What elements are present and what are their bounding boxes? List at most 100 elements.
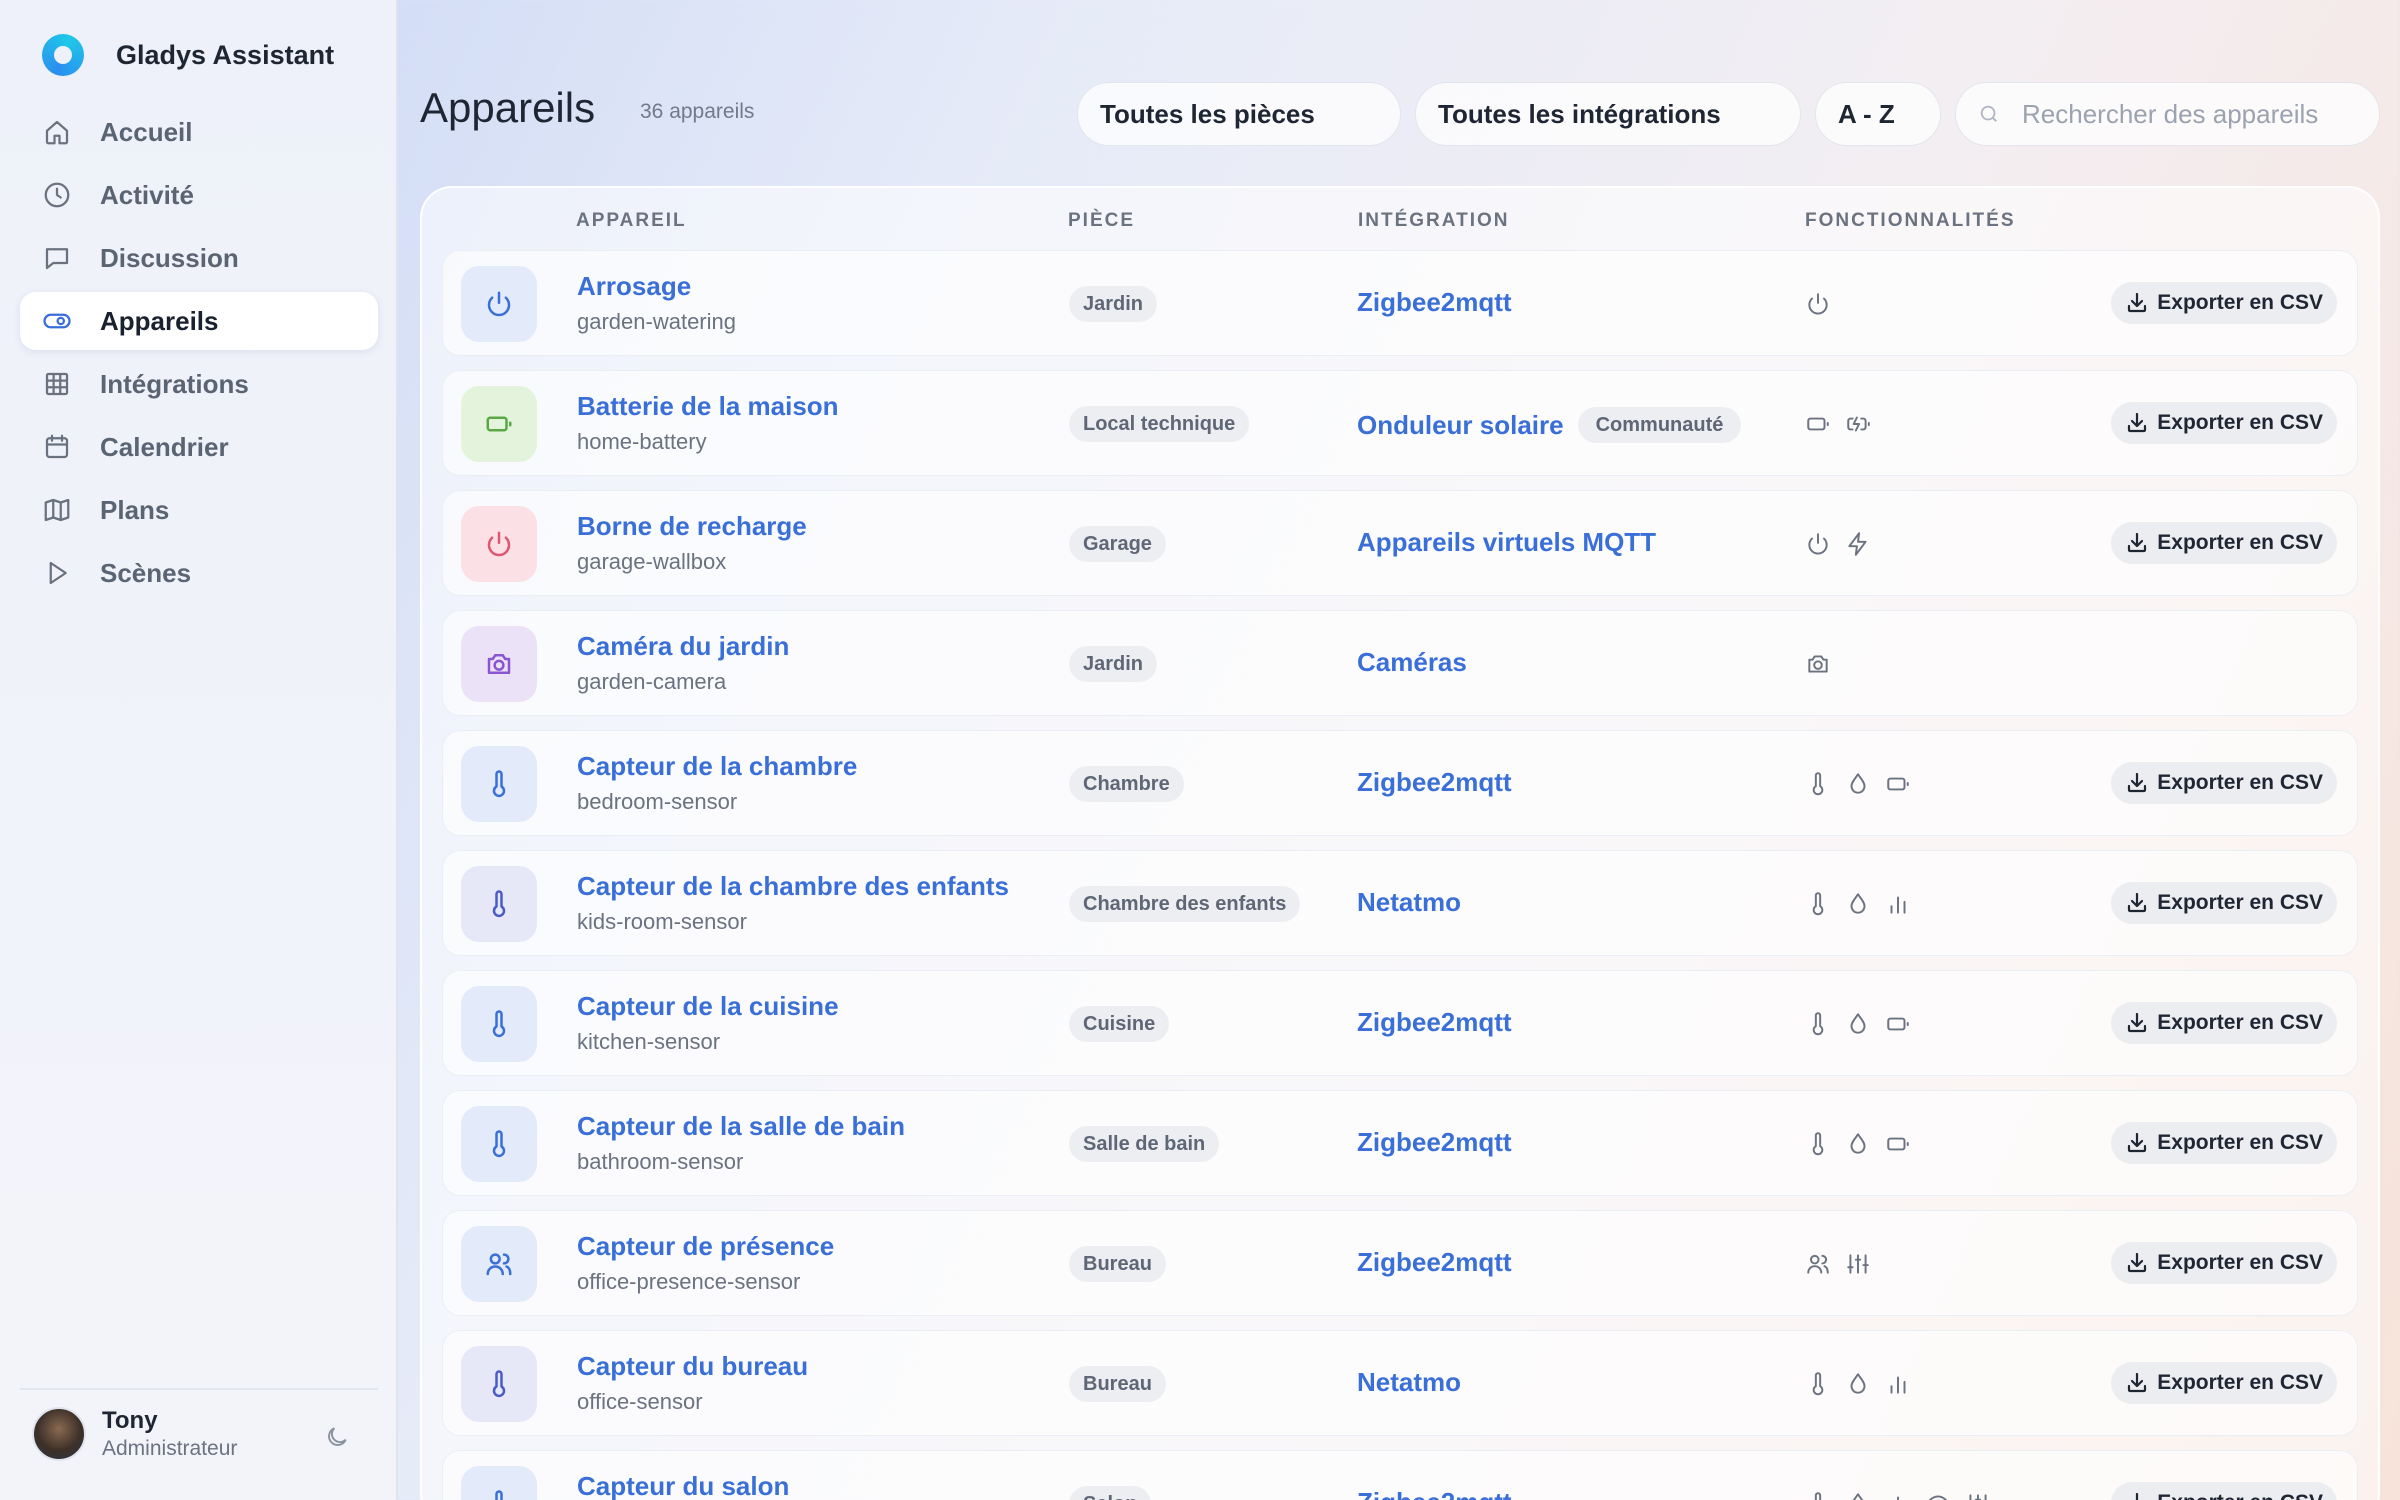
- export-csv-label: Exporter en CSV: [2157, 531, 2323, 554]
- device-slug: garage-wallbox: [577, 549, 727, 574]
- device-icon-tile: [461, 866, 537, 942]
- integration-link[interactable]: Zigbee2mqtt: [1357, 767, 1512, 798]
- integration-link[interactable]: Zigbee2mqtt: [1357, 1247, 1512, 1278]
- community-badge: Communauté: [1577, 407, 1742, 443]
- export-csv-button[interactable]: Exporter en CSV: [2111, 1002, 2337, 1044]
- integration-link[interactable]: Netatmo: [1357, 887, 1461, 918]
- table-row[interactable]: Batterie de la maison home-battery Local t…: [442, 370, 2358, 476]
- table-row[interactable]: Capteur de la chambre des enfants kids-ro…: [442, 850, 2358, 956]
- room-badge: Jardin: [1069, 646, 1158, 682]
- moon-icon[interactable]: [324, 1424, 350, 1450]
- sidebar-item-label: Plans: [100, 494, 170, 525]
- battery-icon: [1807, 417, 1829, 431]
- device-name-link[interactable]: Capteur de la salle de bain: [577, 1111, 905, 1142]
- device-name-link[interactable]: Capteur de présence: [577, 1231, 834, 1262]
- export-csv-button[interactable]: Exporter en CSV: [2111, 1482, 2337, 1500]
- sidebar-item-discussion[interactable]: Discussion: [20, 229, 378, 287]
- sort-select[interactable]: A - Z: [1815, 82, 1941, 146]
- sidebar-item-calendrier[interactable]: Calendrier: [20, 418, 378, 476]
- sliders-icon: [1847, 1254, 1869, 1274]
- sidebar-item-integrations[interactable]: Intégrations: [20, 355, 378, 413]
- search-icon: [1980, 105, 1997, 122]
- integration-link[interactable]: Onduleur solaire Communauté: [1357, 407, 1742, 443]
- device-name-link[interactable]: Capteur de la cuisine: [577, 991, 839, 1022]
- brand[interactable]: Gladys Assistant: [42, 34, 334, 76]
- device-name-link[interactable]: Capteur de la chambre des enfants: [577, 871, 1009, 902]
- integration-name: Zigbee2mqtt: [1357, 287, 1512, 317]
- device-name-link[interactable]: Caméra du jardin: [577, 631, 789, 662]
- export-csv-label: Exporter en CSV: [2157, 1011, 2323, 1034]
- download-icon: [2128, 292, 2147, 313]
- device-slug: office-presence-sensor: [577, 1269, 801, 1294]
- integration-link[interactable]: Caméras: [1357, 647, 1467, 678]
- export-csv-button[interactable]: Exporter en CSV: [2111, 882, 2337, 924]
- export-csv-label: Exporter en CSV: [2157, 891, 2323, 914]
- device-name-link[interactable]: Capteur du salon: [577, 1471, 789, 1500]
- export-csv-button[interactable]: Exporter en CSV: [2111, 402, 2337, 444]
- integration-name: Zigbee2mqtt: [1357, 1247, 1512, 1277]
- integration-link[interactable]: Zigbee2mqtt: [1357, 1487, 1512, 1500]
- battery-icon: [486, 416, 512, 432]
- sidebar-item-plans[interactable]: Plans: [20, 481, 378, 539]
- thermometer-icon: [1812, 772, 1824, 796]
- table-row[interactable]: Arrosage garden-watering Jardin Zigbee2mqtt…: [442, 250, 2358, 356]
- sidebar-item-accueil[interactable]: Accueil: [20, 103, 378, 161]
- device-icon-tile: [461, 986, 537, 1062]
- export-csv-button[interactable]: Exporter en CSV: [2111, 1242, 2337, 1284]
- export-csv-button[interactable]: Exporter en CSV: [2111, 762, 2337, 804]
- table-row[interactable]: Capteur du salon Salon Zigbee2mqtt Exporter…: [442, 1450, 2358, 1500]
- sidebar-item-appareils[interactable]: Appareils: [20, 292, 378, 350]
- export-csv-button[interactable]: Exporter en CSV: [2111, 522, 2337, 564]
- thermometer-icon: [1812, 1012, 1824, 1036]
- feature-icons: [1805, 771, 1911, 797]
- feature-icons: [1805, 411, 1871, 437]
- device-name-link[interactable]: Arrosage: [577, 271, 691, 302]
- integration-filter-select[interactable]: Toutes les intégrations: [1415, 82, 1801, 146]
- battery-charging-icon: [1847, 416, 1870, 432]
- user-profile[interactable]: Tony Administrateur: [20, 1388, 378, 1478]
- sidebar-item-scenes[interactable]: Scènes: [20, 544, 378, 602]
- export-csv-label: Exporter en CSV: [2157, 771, 2323, 794]
- integration-link[interactable]: Zigbee2mqtt: [1357, 287, 1512, 318]
- thermometer-icon: [492, 1010, 506, 1038]
- table-row[interactable]: Capteur de la chambre bedroom-sensor Chamb…: [442, 730, 2358, 836]
- table-row[interactable]: Capteur du bureau office-sensor Bureau Neta…: [442, 1330, 2358, 1436]
- sidebar-item-activite[interactable]: Activité: [20, 166, 378, 224]
- table-row[interactable]: Borne de recharge garage-wallbox Garage App…: [442, 490, 2358, 596]
- device-name-link[interactable]: Batterie de la maison: [577, 391, 839, 422]
- column-header-features: FONCTIONNALITÉS: [1805, 210, 2016, 231]
- integration-link[interactable]: Netatmo: [1357, 1367, 1461, 1398]
- integration-link[interactable]: Zigbee2mqtt: [1357, 1007, 1512, 1038]
- thermometer-icon: [492, 1130, 506, 1158]
- search-input[interactable]: Rechercher des appareils: [1955, 82, 2380, 146]
- device-name-link[interactable]: Capteur du bureau: [577, 1351, 808, 1382]
- room-filter-select[interactable]: Toutes les pièces: [1077, 82, 1401, 146]
- device-name-link[interactable]: Capteur de la chambre: [577, 751, 857, 782]
- room-badge: Salon: [1069, 1486, 1152, 1500]
- table-row[interactable]: Capteur de présence office-presence-senso…: [442, 1210, 2358, 1316]
- export-csv-label: Exporter en CSV: [2157, 411, 2323, 434]
- download-icon: [2128, 892, 2147, 913]
- export-csv-button[interactable]: Exporter en CSV: [2111, 1122, 2337, 1164]
- table-row[interactable]: Capteur de la salle de bain bathroom-sens…: [442, 1090, 2358, 1196]
- thermometer-icon: [1812, 1132, 1824, 1156]
- table-row[interactable]: Capteur de la cuisine kitchen-sensor Cuisi…: [442, 970, 2358, 1076]
- feature-icons: [1805, 891, 1911, 917]
- download-icon: [2128, 1372, 2147, 1393]
- user-role: Administrateur: [102, 1437, 238, 1460]
- thermometer-icon: [492, 890, 506, 918]
- battery-icon: [1887, 777, 1909, 791]
- integration-name: Netatmo: [1357, 887, 1462, 917]
- power-icon: [1808, 533, 1828, 555]
- export-csv-button[interactable]: Exporter en CSV: [2111, 1362, 2337, 1404]
- room-badge: Cuisine: [1069, 1006, 1170, 1042]
- sidebar-item-label: Activité: [100, 179, 194, 210]
- device-name-link[interactable]: Borne de recharge: [577, 511, 807, 542]
- table-row[interactable]: Caméra du jardin garden-camera Jardin Camér…: [442, 610, 2358, 716]
- thermometer-icon: [1812, 1372, 1824, 1396]
- integration-link[interactable]: Appareils virtuels MQTT: [1357, 527, 1656, 558]
- integration-link[interactable]: Zigbee2mqtt: [1357, 1127, 1512, 1158]
- sidebar-item-label: Appareils: [100, 305, 219, 336]
- integration-name: Zigbee2mqtt: [1357, 1127, 1512, 1157]
- export-csv-button[interactable]: Exporter en CSV: [2111, 282, 2337, 324]
